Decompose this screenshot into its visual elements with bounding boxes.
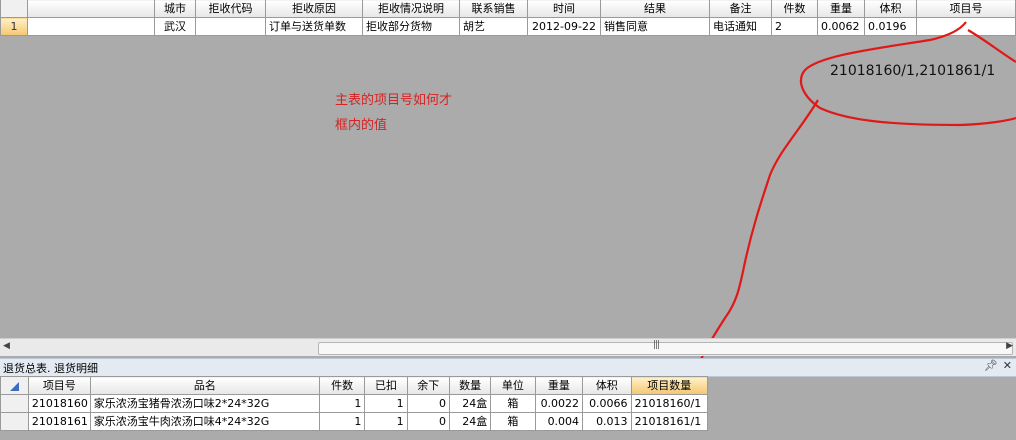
column-header-quantity[interactable]: 数量 bbox=[448, 376, 492, 395]
panel-title: 退货总表. 退货明细 bbox=[3, 362, 98, 375]
annotation-line-1: 主表的项目号如何才 bbox=[335, 93, 453, 108]
table-cell-project-quantity[interactable]: 21018161/1 bbox=[630, 412, 709, 431]
table-cell-weight[interactable]: 0.0062 bbox=[817, 17, 865, 36]
table-cell-volume[interactable]: 0.013 bbox=[582, 412, 632, 431]
scroll-left-arrow-icon[interactable]: ◀ bbox=[3, 341, 10, 351]
annotation-note: 主表的项目号如何才 框内的值 bbox=[335, 88, 452, 138]
table-cell-reject-description[interactable]: 拒收部分货物 bbox=[362, 17, 460, 36]
column-header-city[interactable]: 城市 bbox=[154, 0, 196, 18]
table-cell-product-name[interactable]: 家乐浓汤宝牛肉浓汤口味4*24*32G bbox=[89, 412, 320, 431]
table-cell-remarks[interactable]: 电话通知 bbox=[709, 17, 772, 36]
table-cell-deducted[interactable]: 1 bbox=[364, 412, 408, 431]
scrollbar-thumb[interactable]: ||| bbox=[318, 340, 1013, 355]
table-cell-city[interactable]: 武汉 bbox=[154, 17, 196, 36]
pin-icon[interactable]: 📌︎ bbox=[984, 359, 998, 372]
column-header-reject-description[interactable]: 拒收情况说明 bbox=[362, 0, 460, 18]
detail-grid-header: 项目号 品名 件数 已扣 余下 数量 单位 重量 体积 项目数量 bbox=[0, 376, 709, 395]
table-cell-time[interactable]: 2012-09-22 bbox=[527, 17, 601, 36]
column-header-sales-contact[interactable]: 联系销售 bbox=[459, 0, 528, 18]
close-icon[interactable]: ✕ bbox=[1003, 359, 1012, 372]
row-header-corner bbox=[0, 0, 28, 18]
column-header-result[interactable]: 结果 bbox=[600, 0, 710, 18]
table-cell-reject-reason[interactable]: 订单与送货单数 bbox=[265, 17, 363, 36]
main-grid[interactable]: 城市 拒收代码 拒收原因 拒收情况说明 联系销售 时间 结果 备注 件数 重量 … bbox=[0, 0, 1016, 36]
column-header-weight[interactable]: 重量 bbox=[534, 376, 584, 395]
column-header-pieces[interactable]: 件数 bbox=[318, 376, 366, 395]
table-cell-sales-contact[interactable]: 胡艺 bbox=[459, 17, 528, 36]
column-header-deducted[interactable]: 已扣 bbox=[364, 376, 408, 395]
column-header-time[interactable]: 时间 bbox=[527, 0, 601, 18]
column-header-remarks[interactable]: 备注 bbox=[709, 0, 772, 18]
detail-panel-header: 退货总表. 退货明细 📌︎ ✕ bbox=[0, 358, 1016, 377]
scrollbar-grip-icon: ||| bbox=[653, 340, 660, 350]
column-header-unit[interactable]: 单位 bbox=[490, 376, 536, 395]
callout-value: 21018160/1,2101861/1 bbox=[830, 63, 996, 79]
table-cell-product-name[interactable]: 家乐浓汤宝猪骨浓汤口味2*24*32G bbox=[89, 394, 320, 413]
table-row[interactable]: 21018160 家乐浓汤宝猪骨浓汤口味2*24*32G 1 1 0 24盒 箱… bbox=[0, 394, 709, 413]
table-cell-project-no[interactable]: 21018161 bbox=[27, 412, 91, 431]
table-cell-pieces[interactable]: 2 bbox=[771, 17, 818, 36]
table-row[interactable]: 1 武汉 订单与送货单数 拒收部分货物 胡艺 2012-09-22 销售同意 电… bbox=[0, 17, 1016, 36]
table-row[interactable]: 21018161 家乐浓汤宝牛肉浓汤口味4*24*32G 1 1 0 24盒 箱… bbox=[0, 412, 709, 431]
column-header-project-no[interactable]: 项目号 bbox=[27, 376, 91, 395]
main-grid-header: 城市 拒收代码 拒收原因 拒收情况说明 联系销售 时间 结果 备注 件数 重量 … bbox=[0, 0, 1016, 18]
table-cell-deducted[interactable]: 1 bbox=[364, 394, 408, 413]
row-number[interactable]: 1 bbox=[0, 17, 28, 36]
column-header-volume[interactable]: 体积 bbox=[864, 0, 917, 18]
table-cell[interactable] bbox=[27, 17, 155, 36]
table-cell-remaining[interactable]: 0 bbox=[406, 412, 450, 431]
select-all-icon[interactable] bbox=[9, 381, 19, 391]
scroll-right-arrow-icon[interactable]: ▶ bbox=[1006, 341, 1013, 351]
table-cell-pieces[interactable]: 1 bbox=[318, 412, 366, 431]
annotation-line-2: 框内的值 bbox=[335, 118, 388, 133]
table-cell-unit[interactable]: 箱 bbox=[490, 412, 536, 431]
column-header-volume[interactable]: 体积 bbox=[582, 376, 632, 395]
table-cell-remaining[interactable]: 0 bbox=[406, 394, 450, 413]
row-selector[interactable] bbox=[0, 394, 29, 413]
column-header-weight[interactable]: 重量 bbox=[817, 0, 865, 18]
table-cell-quantity[interactable]: 24盒 bbox=[448, 412, 492, 431]
column-header-product-name[interactable]: 品名 bbox=[89, 376, 320, 395]
column-header-reject-code[interactable]: 拒收代码 bbox=[195, 0, 266, 18]
detail-grid[interactable]: 项目号 品名 件数 已扣 余下 数量 单位 重量 体积 项目数量 2101816… bbox=[0, 376, 709, 431]
table-cell-reject-code[interactable] bbox=[195, 17, 266, 36]
table-cell-project-no[interactable]: 21018160 bbox=[27, 394, 91, 413]
column-header-remaining[interactable]: 余下 bbox=[406, 376, 450, 395]
table-cell-project-no[interactable] bbox=[916, 17, 1016, 36]
column-header-pieces[interactable]: 件数 bbox=[771, 0, 818, 18]
column-header-project-no[interactable]: 项目号 bbox=[916, 0, 1016, 18]
detail-grid-corner bbox=[0, 376, 29, 395]
table-cell-unit[interactable]: 箱 bbox=[490, 394, 536, 413]
column-header-blank bbox=[27, 0, 155, 18]
table-cell-pieces[interactable]: 1 bbox=[318, 394, 366, 413]
table-cell-weight[interactable]: 0.0022 bbox=[534, 394, 584, 413]
horizontal-scrollbar[interactable]: ◀ ||| ▶ bbox=[0, 338, 1016, 356]
table-cell-weight[interactable]: 0.004 bbox=[534, 412, 584, 431]
table-cell-result[interactable]: 销售同意 bbox=[600, 17, 710, 36]
table-cell-volume[interactable]: 0.0196 bbox=[864, 17, 917, 36]
row-selector[interactable] bbox=[0, 412, 29, 431]
column-header-reject-reason[interactable]: 拒收原因 bbox=[265, 0, 363, 18]
table-cell-quantity[interactable]: 24盒 bbox=[448, 394, 492, 413]
column-header-project-quantity[interactable]: 项目数量 bbox=[630, 376, 709, 395]
table-cell-volume[interactable]: 0.0066 bbox=[582, 394, 632, 413]
table-cell-project-quantity[interactable]: 21018160/1 bbox=[630, 394, 709, 413]
